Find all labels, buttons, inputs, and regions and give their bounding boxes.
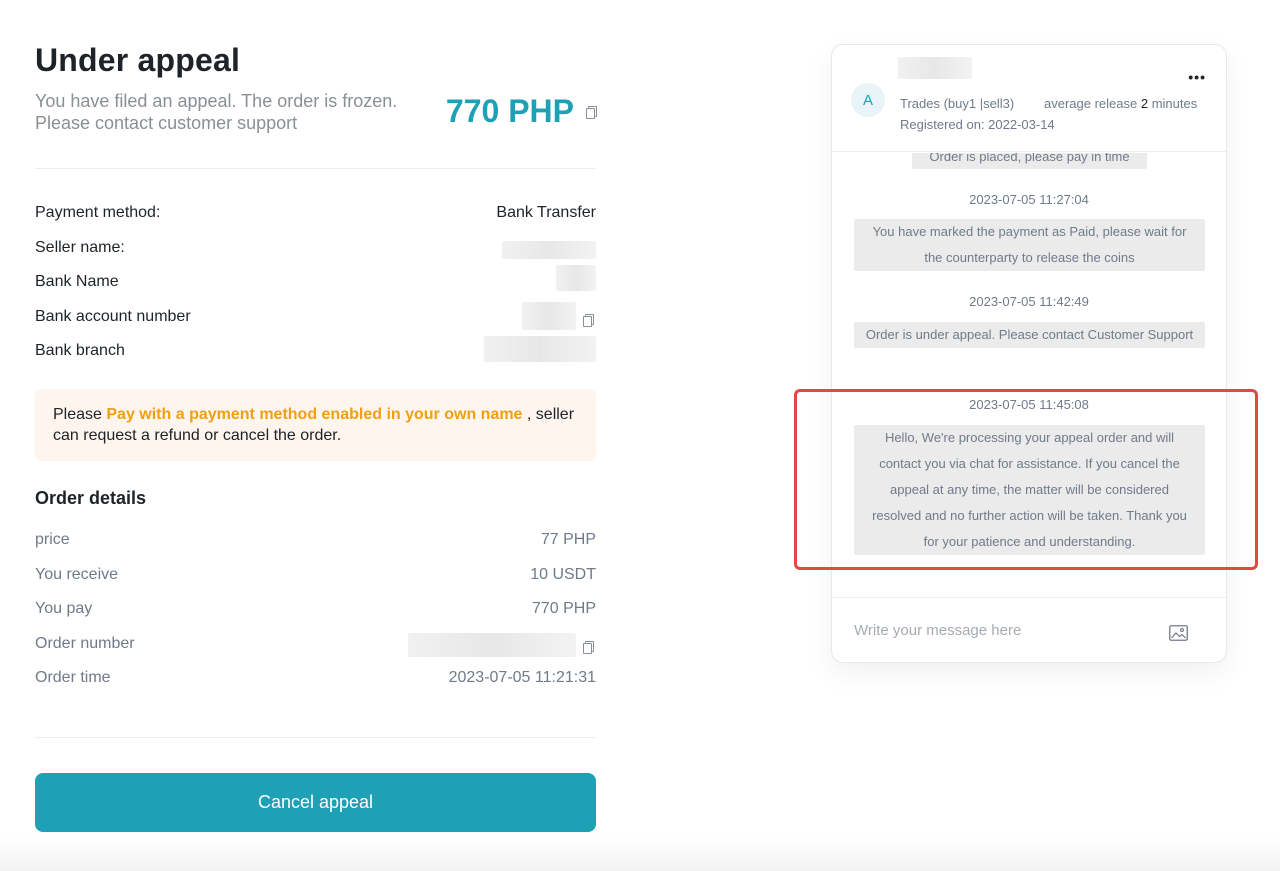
payment-method-value: Bank Transfer [496,204,596,221]
system-message: Order is placed, please pay in time [912,153,1147,169]
page-title: Under appeal [35,42,241,78]
order-detail-label: You receive [35,566,119,583]
notice-banner: Please Pay with a payment method enabled… [35,389,596,461]
image-icon[interactable] [1169,625,1188,641]
more-icon[interactable]: ••• [1188,69,1206,85]
redacted-seller-name [502,241,596,259]
bank-branch-label: Bank branch [35,342,125,359]
order-detail-label: Order number [35,635,135,652]
order-detail-value: 2023-07-05 11:21:31 [448,669,596,686]
chat-messages[interactable]: Order is placed, please pay in time 2023… [832,153,1226,597]
order-detail-row-order-number: Order number [35,633,596,657]
order-detail-value: 10 USDT [530,566,596,583]
order-detail-value: 77 PHP [540,531,596,548]
chat-input-area [832,597,1226,662]
average-release-value: 2 [1140,96,1149,111]
notice-prefix: Please [53,406,107,423]
avatar: A [851,83,885,117]
message-timestamp: 2023-07-05 11:42:49 [969,294,1089,309]
copy-icon[interactable] [583,641,594,654]
chat-header: A ••• Trades (buy1 |sell3) average relea… [832,45,1226,152]
page-subtitle: You have filed an appeal. The order is f… [35,91,398,133]
payment-method-row: Payment method: Bank Transfer [35,204,596,226]
bank-name-row: Bank Name [35,265,596,295]
chat-panel: A ••• Trades (buy1 |sell3) average relea… [831,44,1227,663]
trades-stats: Trades (buy1 |sell3) [900,96,1015,111]
message-timestamp: 2023-07-05 11:27:04 [969,192,1089,207]
redacted-order-number [408,633,576,657]
redacted-bank-name [556,265,596,291]
page-bottom-edge [0,837,1280,871]
bank-name-label: Bank Name [35,273,119,290]
redacted-bank-branch [484,336,596,362]
bank-account-label: Bank account number [35,308,191,325]
message-timestamp: 2023-07-05 11:45:08 [969,397,1089,412]
bank-branch-row: Bank branch [35,336,596,364]
notice-highlight: Pay with a payment method enabled in you… [106,406,523,423]
redacted-counterparty-name [898,57,972,79]
bank-account-row: Bank account number [35,302,596,330]
seller-name-row: Seller name: [35,239,596,261]
order-detail-label: You pay [35,600,93,617]
chat-message-input[interactable] [854,618,1154,642]
copy-icon[interactable] [586,105,597,119]
system-message: Order is under appeal. Please contact Cu… [854,322,1205,348]
order-detail-value: 770 PHP [531,600,596,617]
average-release: average release 2 minutes [1044,96,1197,111]
average-release-label: average release [1044,96,1141,111]
divider [35,737,596,738]
copy-icon[interactable] [583,314,594,327]
redacted-bank-account [522,302,576,330]
order-detail-label: Order time [35,669,111,686]
system-message: Hello, We're processing your appeal orde… [854,425,1205,555]
order-details-title: Order details [35,488,147,508]
divider [35,168,596,169]
registered-date: Registered on: 2022-03-14 [900,117,1055,132]
average-release-unit: minutes [1148,96,1198,111]
cancel-appeal-button[interactable]: Cancel appeal [35,773,596,832]
order-amount: 770 PHP [445,93,597,130]
order-detail-label: price [35,531,70,548]
seller-name-label: Seller name: [35,239,125,256]
system-message: You have marked the payment as Paid, ple… [854,219,1205,271]
payment-method-label: Payment method: [35,204,161,221]
amount-value: 770 PHP [445,93,574,129]
